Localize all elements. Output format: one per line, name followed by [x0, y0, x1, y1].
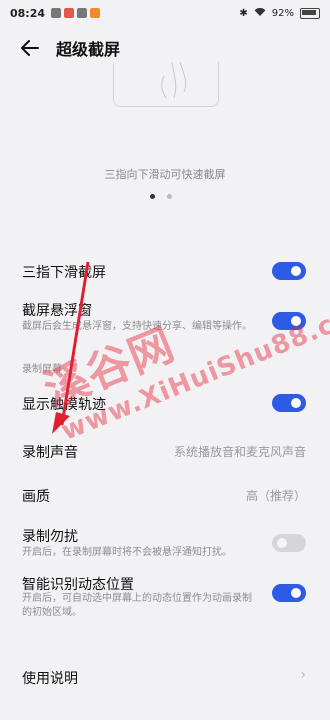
record-sound-value: 系统播放音和麦克风声音: [173, 445, 306, 459]
section-header-record: 录制屏幕: [22, 364, 62, 375]
phone-illustration: [113, 62, 219, 107]
toggle-knob: [277, 538, 287, 548]
status-bar: 08:24 ✱ 92%: [0, 0, 330, 26]
top-app-bar: 超级截屏: [0, 30, 330, 66]
show-touch-row[interactable]: 显示触摸轨迹: [0, 390, 330, 416]
page-indicator[interactable]: [150, 194, 172, 199]
float-window-desc: 截屏后会生成悬浮窗，支持快速分享、编辑等操作。: [22, 321, 252, 332]
quality-label: 画质: [22, 489, 50, 505]
back-button[interactable]: [10, 30, 50, 66]
notification-icons: [51, 8, 101, 18]
three-finger-toggle[interactable]: [272, 262, 306, 280]
wifi-icon: [254, 7, 266, 20]
float-window-row[interactable]: 截屏悬浮窗 截屏后会生成悬浮窗，支持快速分享、编辑等操作。: [0, 298, 330, 348]
help-label: 使用说明: [22, 671, 78, 687]
battery-percent: 92%: [271, 8, 294, 19]
toggle-knob: [291, 266, 301, 276]
bluetooth-icon: ✱: [239, 8, 248, 19]
status-time: 08:24: [10, 6, 46, 20]
status-right: ✱ 92%: [239, 7, 320, 20]
smart-row[interactable]: 智能识别动态位置 开启后，可自动选中屏幕上的动态位置作为动画录制的初始区域。: [0, 572, 330, 622]
battery-icon: [300, 8, 320, 19]
record-sound-label: 录制声音: [22, 445, 78, 461]
smart-toggle[interactable]: [272, 584, 306, 602]
quality-value: 高（推荐）: [245, 489, 306, 503]
dnd-row[interactable]: 录制勿扰 开启后，在录制屏幕时将不会被悬浮通知打扰。: [0, 524, 330, 564]
gesture-caption: 三指向下滑动可快速截屏: [104, 168, 226, 181]
notification-icon: [77, 8, 88, 18]
arrow-left-icon: [21, 40, 39, 56]
hand-gesture-icon: [161, 62, 187, 99]
show-touch-toggle[interactable]: [272, 394, 306, 412]
page-title: 超级截屏: [56, 40, 121, 59]
show-touch-label: 显示触摸轨迹: [22, 397, 106, 413]
chevron-right-icon: ›: [300, 667, 306, 683]
dnd-label: 录制勿扰: [22, 529, 78, 545]
record-sound-row[interactable]: 录制声音 系统播放音和麦克风声音: [0, 438, 330, 464]
float-window-label: 截屏悬浮窗: [22, 303, 92, 319]
dnd-toggle[interactable]: [272, 534, 306, 552]
toggle-knob: [291, 588, 301, 598]
help-row[interactable]: 使用说明 ›: [0, 664, 330, 690]
three-finger-label: 三指下滑截屏: [22, 265, 106, 281]
three-finger-row[interactable]: 三指下滑截屏: [0, 258, 330, 284]
toggle-knob: [291, 398, 301, 408]
page-dot[interactable]: [167, 194, 172, 199]
toggle-knob: [291, 316, 301, 326]
dnd-desc: 开启后，在录制屏幕时将不会被悬浮通知打扰。: [22, 547, 232, 558]
notification-icon: [90, 8, 101, 18]
notification-icon: [51, 8, 62, 18]
quality-row[interactable]: 画质 高（推荐）: [0, 482, 330, 508]
smart-label: 智能识别动态位置: [22, 577, 134, 593]
float-window-toggle[interactable]: [272, 312, 306, 330]
smart-desc: 开启后，可自动选中屏幕上的动态位置作为动画录制的初始区域。: [22, 593, 252, 618]
notification-icon: [64, 8, 75, 18]
page-dot-active[interactable]: [150, 194, 155, 199]
